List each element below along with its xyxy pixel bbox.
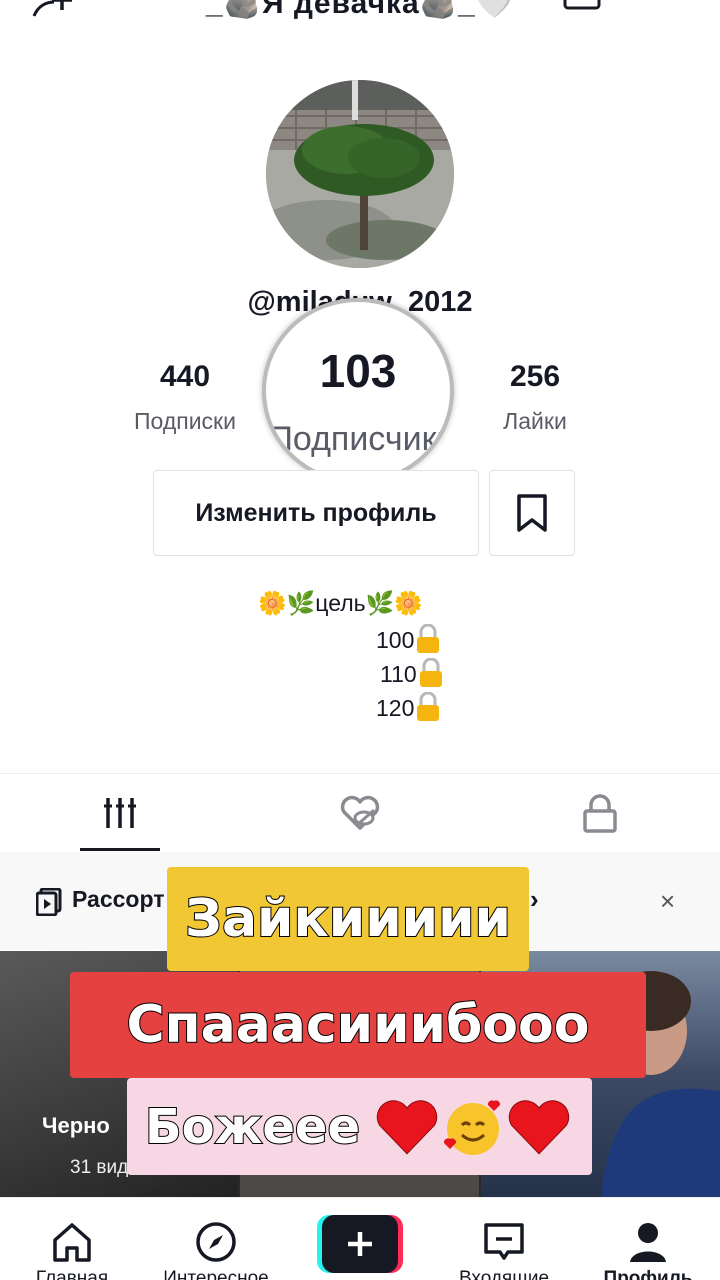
home-icon [53, 1223, 91, 1262]
bio-goal-value: 120 [376, 695, 415, 721]
followers-stat-magnified[interactable]: 103 Подписчики [262, 298, 454, 484]
red-heart-icon [376, 1099, 438, 1154]
grid-icon [104, 798, 136, 828]
edit-profile-button[interactable]: Изменить профиль [153, 470, 479, 556]
inbox-icon [484, 1223, 524, 1260]
followers-count: 103 [319, 345, 397, 397]
nav-home[interactable]: Главная [0, 1198, 144, 1280]
likes-count: 256 [509, 360, 561, 393]
close-button[interactable]: × [660, 886, 675, 917]
nav-home-label: Главная [35, 1268, 109, 1280]
nav-profile-label: Профиль [603, 1268, 693, 1280]
playlist-title: Черно [42, 1113, 110, 1138]
bio-goal-title: 🌼🌿цель🌿🌼 [258, 590, 423, 616]
smiling-face-with-hearts-icon [443, 1099, 501, 1155]
likes-label: Лайки [503, 408, 567, 434]
playlist-icon [36, 888, 62, 916]
nav-discover[interactable]: Интересное [144, 1198, 288, 1280]
chevron-right-icon: › [530, 884, 539, 914]
bio-goal-row: 100 [376, 624, 440, 654]
nav-inbox[interactable]: Входящие [432, 1198, 576, 1280]
heart-hidden-icon [340, 795, 380, 830]
caption-line-3-text: Божеее [144, 1098, 361, 1156]
red-heart-icon [508, 1099, 570, 1154]
following-label: Подписки [134, 408, 236, 434]
top-bar: _🪨Я девачка🪨_🤍 [0, 0, 720, 40]
bookmark-button[interactable] [489, 470, 575, 556]
likes-stat[interactable]: 256 Лайки [470, 360, 600, 435]
nav-discover-label: Интересное [163, 1268, 269, 1280]
caption-line-1: Зайкиииии [167, 867, 529, 971]
nav-profile[interactable]: Профиль [576, 1198, 720, 1280]
bio-goal-value: 110 [380, 661, 417, 687]
bio-goal-row: 120 [376, 692, 440, 722]
nav-inbox-label: Входящие [458, 1268, 550, 1280]
hamburger-menu-icon[interactable] [642, 0, 684, 10]
avatar[interactable] [266, 80, 454, 268]
profile-tabs [0, 774, 720, 852]
active-tab-indicator [80, 848, 160, 851]
tab-private[interactable] [480, 774, 720, 852]
caption-line-2: Спааасииибооо [70, 972, 646, 1078]
profile-icon [630, 1223, 666, 1262]
playlist-label: Рассорт [72, 886, 165, 912]
profile-title: _🪨Я девачка🪨_🤍 [205, 0, 515, 20]
lock-icon [417, 624, 440, 653]
lock-icon [417, 692, 440, 721]
compass-icon [196, 1222, 236, 1262]
lock-icon [419, 658, 442, 687]
tab-videos[interactable] [0, 774, 240, 852]
tab-liked[interactable] [240, 774, 480, 852]
bookmark-icon [517, 494, 547, 532]
lock-icon [583, 794, 617, 833]
qr-code-icon[interactable] [562, 0, 602, 12]
followers-label: Подписчики [268, 420, 454, 458]
caption-line-3: Божеее [127, 1078, 592, 1175]
bio-goal-value: 100 [376, 627, 415, 653]
following-stat[interactable]: 440 Подписки [110, 360, 260, 435]
create-plus-icon[interactable] [317, 1215, 403, 1273]
playlist-count: 31 вид [70, 1157, 129, 1178]
bio-goal-row: 110 [380, 658, 443, 688]
following-count: 440 [159, 360, 211, 393]
